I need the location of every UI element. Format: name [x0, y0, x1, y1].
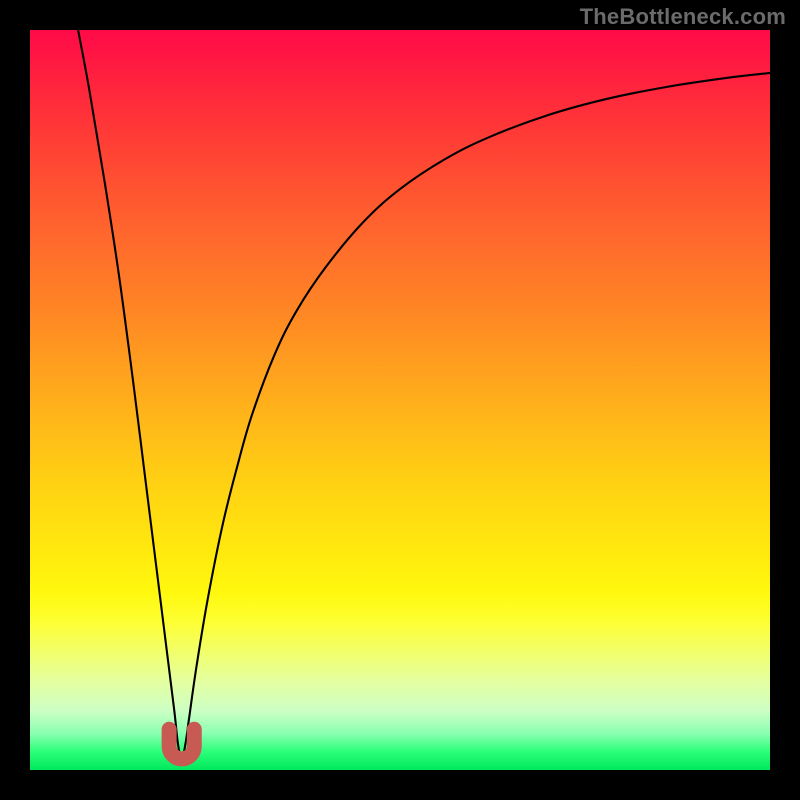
curve-layer [30, 30, 770, 770]
plot-area [30, 30, 770, 770]
bottleneck-curve [78, 30, 770, 759]
watermark-text: TheBottleneck.com [580, 4, 786, 30]
chart-frame: TheBottleneck.com [0, 0, 800, 800]
optimum-marker [169, 729, 194, 759]
